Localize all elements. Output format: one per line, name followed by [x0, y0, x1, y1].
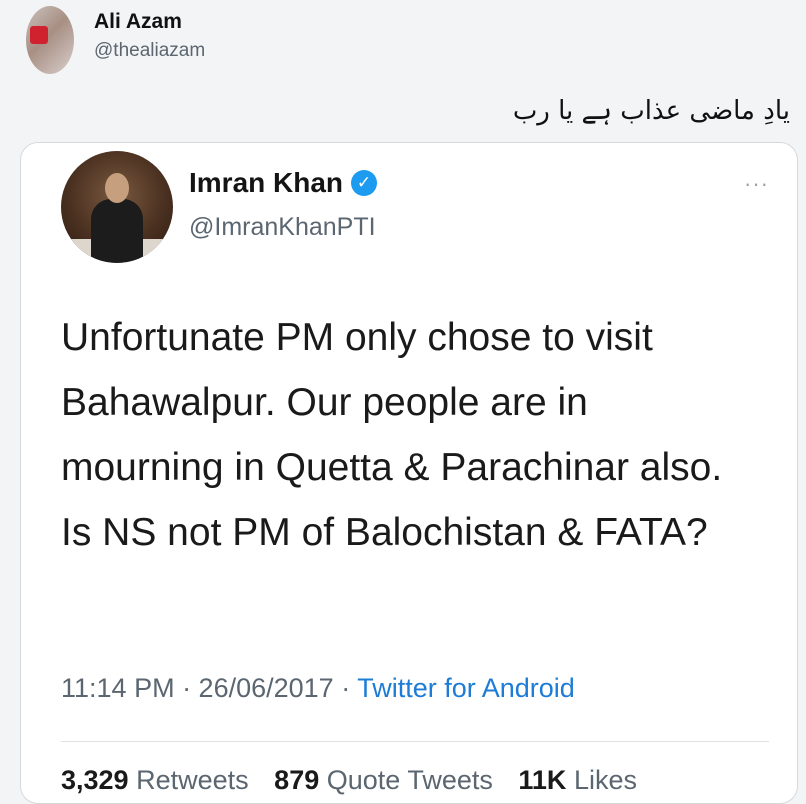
- outer-user-names: Ali Azam @thealiazam: [94, 10, 205, 62]
- divider: [61, 741, 769, 742]
- quoted-user-name-text: Imran Khan: [189, 167, 344, 198]
- tweet-stats: 3,329 Retweets 879 Quote Tweets 11K Like…: [61, 765, 637, 796]
- quoted-tweet-text: Unfortunate PM only chose to visit Bahaw…: [61, 316, 723, 554]
- likes-count: 11K: [518, 765, 567, 795]
- avatar[interactable]: [26, 6, 74, 74]
- more-options-icon[interactable]: ···: [744, 171, 769, 197]
- avatar-face: [105, 173, 129, 203]
- tweet-source-link[interactable]: Twitter for Android: [357, 673, 575, 703]
- likes-stat[interactable]: 11K Likes: [518, 765, 637, 795]
- quoted-tweet-card[interactable]: Imran Khan ✓ @ImranKhanPTI ··· Unfortuna…: [20, 142, 798, 804]
- quotes-label: Quote Tweets: [326, 765, 493, 795]
- verified-badge-icon: ✓: [351, 170, 378, 196]
- retweets-count: 3,329: [61, 765, 129, 795]
- outer-tweet-header: Ali Azam @thealiazam: [26, 6, 205, 74]
- quoted-user-handle[interactable]: @ImranKhanPTI: [189, 213, 376, 242]
- retweets-label: Retweets: [136, 765, 249, 795]
- avatar-suit: [91, 199, 143, 263]
- likes-label: Likes: [573, 765, 637, 795]
- quote-tweets-stat[interactable]: 879 Quote Tweets: [274, 765, 493, 795]
- tweet-timestamp[interactable]: 11:14 PM · 26/06/2017 ·: [61, 673, 357, 703]
- outer-tweet-text: یادِ ماضی عذاب ہے یا رب: [512, 96, 790, 126]
- outer-user-name[interactable]: Ali Azam: [94, 10, 205, 34]
- quoted-avatar[interactable]: [61, 151, 173, 263]
- quotes-count: 879: [274, 765, 320, 795]
- retweets-stat[interactable]: 3,329 Retweets: [61, 765, 249, 795]
- outer-user-handle[interactable]: @thealiazam: [94, 40, 205, 62]
- quoted-user-name[interactable]: Imran Khan ✓: [189, 167, 378, 199]
- tweet-meta: 11:14 PM · 26/06/2017 · Twitter for Andr…: [61, 673, 575, 704]
- avatar-badge: [30, 26, 48, 44]
